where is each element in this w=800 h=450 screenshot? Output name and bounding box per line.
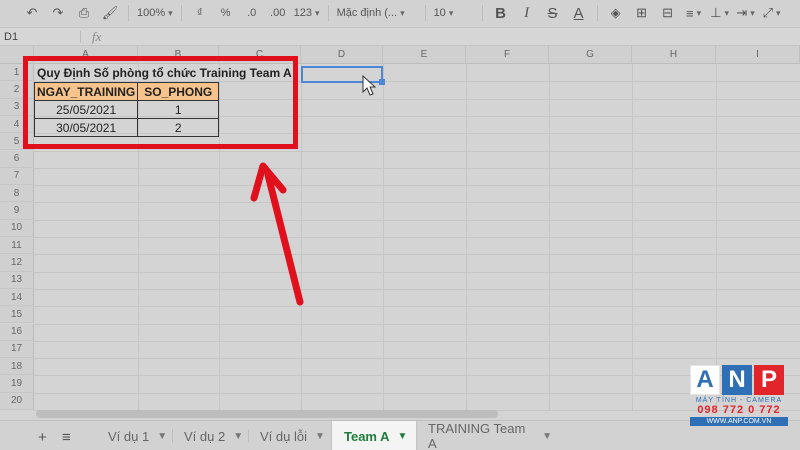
logo-website: WWW.ANP.COM.VN bbox=[690, 417, 788, 426]
all-sheets-icon[interactable]: ≡ bbox=[62, 429, 71, 446]
tab-caret-icon: ▼ bbox=[157, 430, 168, 442]
tab-caret-icon: ▼ bbox=[314, 430, 325, 442]
add-sheet-icon[interactable]: + bbox=[38, 429, 47, 446]
sheet-tab-bar: + ≡ Ví dụ 1 ▼ Ví dụ 2 ▼ Ví dụ lỗi ▼ Team A ▼… bbox=[0, 420, 800, 450]
horizontal-scrollbar[interactable] bbox=[36, 410, 498, 418]
mouse-cursor-icon bbox=[362, 74, 377, 96]
logo-letter-p: P bbox=[754, 365, 784, 395]
tab-caret-icon: ▼ bbox=[542, 430, 552, 442]
tab-training-team-a[interactable]: TRAINING Team A ▼ bbox=[416, 421, 552, 450]
tab-caret-icon: ▼ bbox=[397, 430, 408, 442]
tab-team-a[interactable]: Team A ▼ bbox=[332, 421, 416, 450]
tab-vi-du-1[interactable]: Ví dụ 1 ▼ bbox=[96, 421, 174, 450]
logo-letter-a: A bbox=[690, 365, 720, 395]
tab-vi-du-2[interactable]: Ví dụ 2 ▼ bbox=[172, 421, 250, 450]
annotation-overlay bbox=[250, 74, 377, 306]
spreadsheet-window: ↶ ↷ ⎙ 🖌 100% ₫ % .0 .00 123 Mặc định (..… bbox=[0, 0, 800, 450]
logo-letter-n: N bbox=[722, 365, 752, 395]
logo-tagline: MÁY TÍNH - CAMERA bbox=[695, 397, 783, 404]
logo-letters: A N P bbox=[690, 365, 788, 395]
tab-label: Ví dụ 1 bbox=[108, 428, 150, 444]
tab-label: Ví dụ lỗi bbox=[260, 428, 307, 444]
tab-vi-du-loi[interactable]: Ví dụ lỗi ▼ bbox=[248, 421, 332, 450]
logo-phone: 098 772 0 772 bbox=[697, 404, 781, 416]
tab-label: Ví dụ 2 bbox=[184, 428, 226, 444]
anp-logo: A N P MÁY TÍNH - CAMERA 098 772 0 772 WW… bbox=[690, 365, 788, 426]
arrow-icon bbox=[250, 162, 304, 306]
tab-caret-icon: ▼ bbox=[233, 430, 244, 442]
tab-label: TRAINING Team A bbox=[428, 421, 526, 450]
tab-label: Team A bbox=[344, 428, 390, 444]
